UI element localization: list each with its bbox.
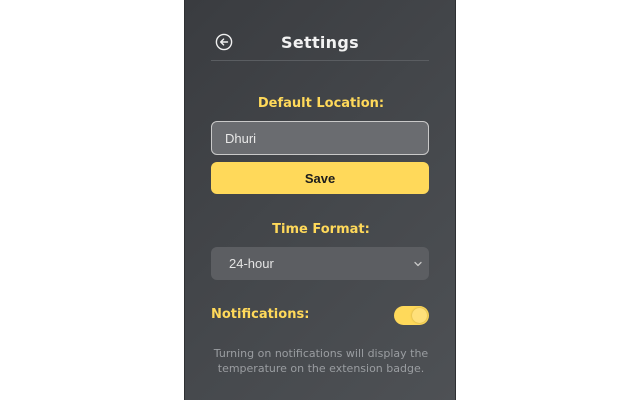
notifications-note: Turning on notifications will display th… [213,347,429,375]
settings-panel: Settings Default Location: Save Time For… [184,0,456,400]
toggle-knob [412,308,427,323]
save-button[interactable]: Save [211,162,429,194]
notifications-label: Notifications: [211,307,310,322]
location-input[interactable] [211,121,429,155]
notifications-toggle[interactable] [394,306,429,325]
settings-header: Settings [211,26,429,61]
time-format-label: Time Format: [272,222,370,237]
default-location-label: Default Location: [257,96,385,111]
time-format-selected-value: 24-hour [229,256,274,271]
chevron-down-icon [414,261,422,267]
page-title: Settings [281,33,359,52]
time-format-select[interactable]: 24-hour [211,247,429,280]
